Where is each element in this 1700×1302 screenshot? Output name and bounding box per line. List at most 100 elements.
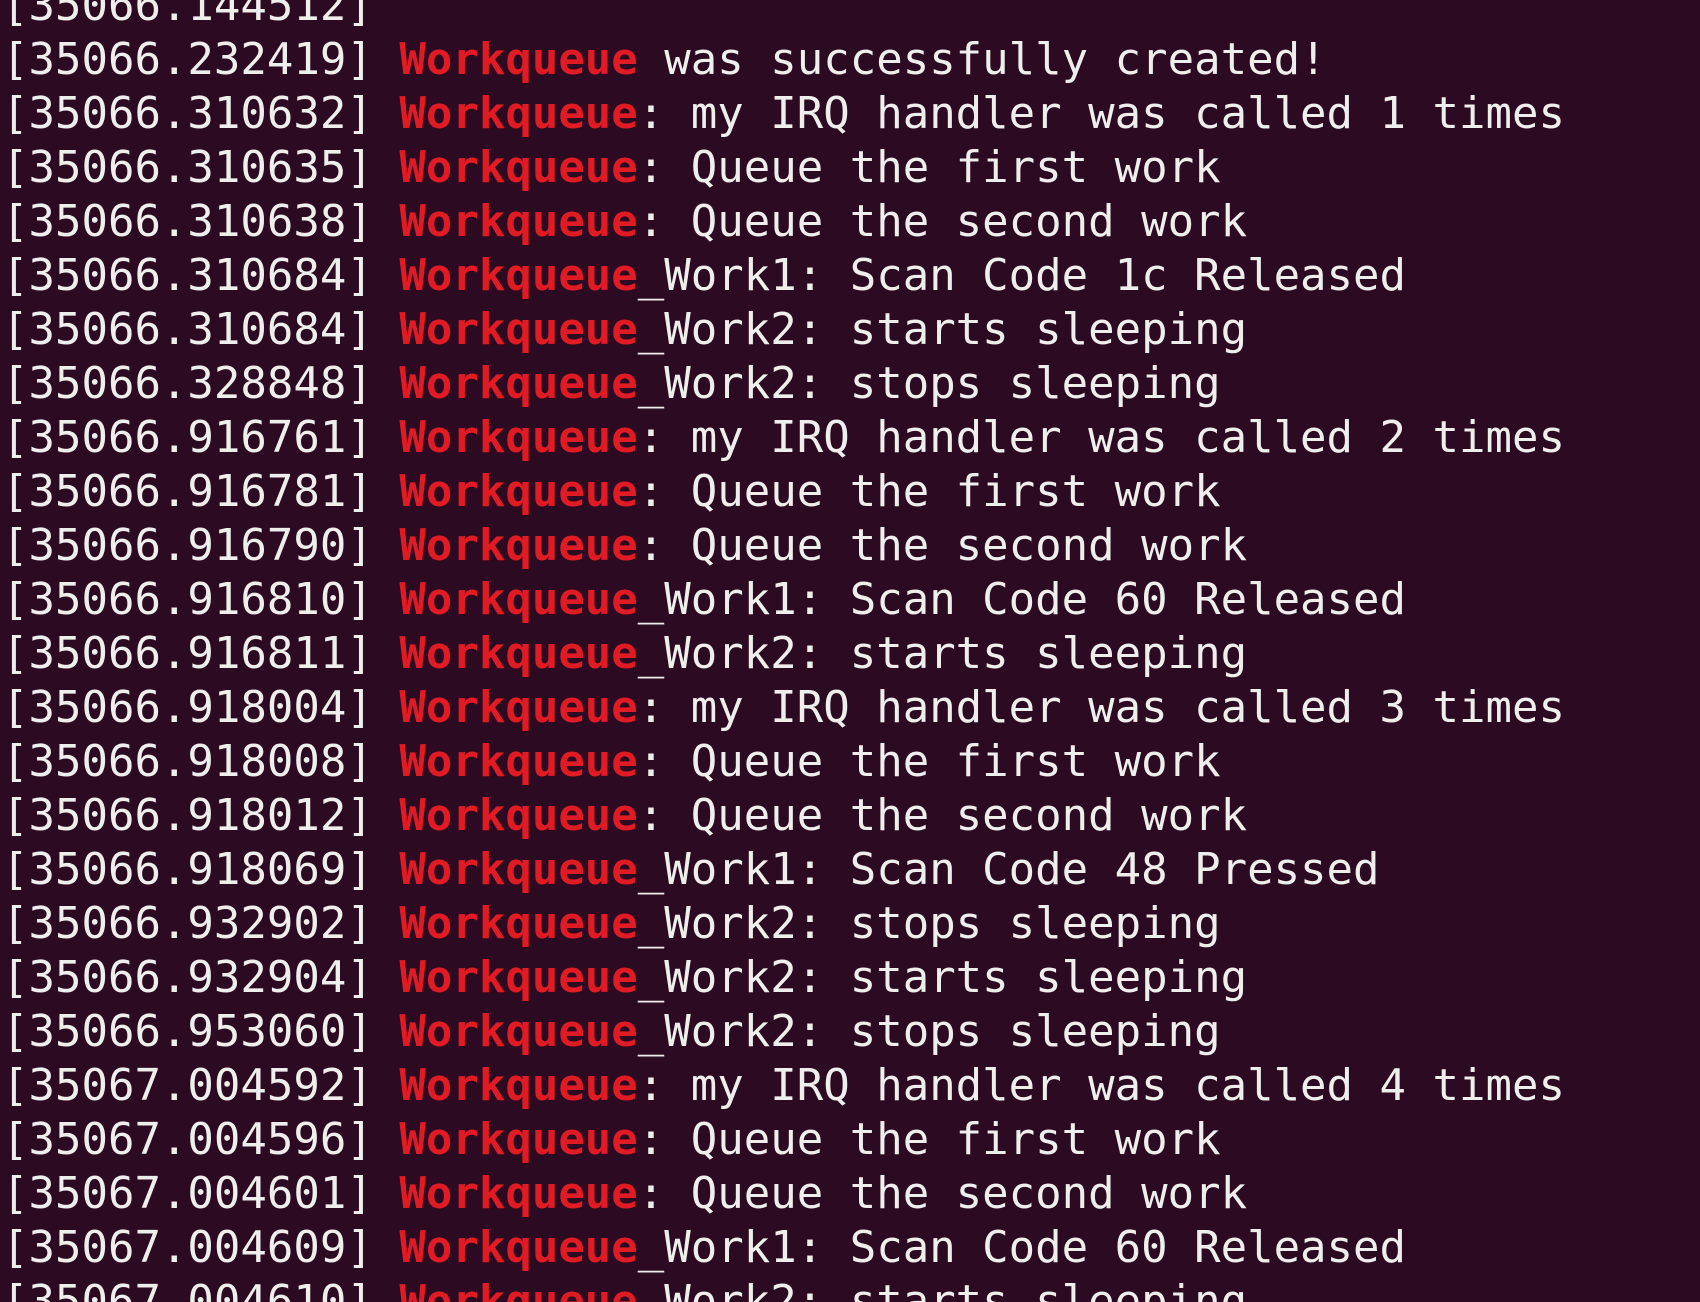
log-separator (373, 358, 400, 409)
log-separator (373, 736, 400, 787)
log-source-highlight: Workqueue (399, 412, 638, 463)
log-timestamp: [35067.004610] (2, 1276, 373, 1302)
log-source-highlight: Workqueue (399, 790, 638, 841)
log-message: _Work1: Scan Code 60 Released (637, 574, 1407, 625)
log-line: [35066.916781] Workqueue: Queue the firs… (2, 465, 1565, 519)
log-line: [35066.953060] Workqueue_Work2: stops sl… (2, 1005, 1565, 1059)
log-source-highlight: Workqueue (399, 736, 638, 787)
log-separator (373, 790, 400, 841)
log-timestamp: [35066.144512] (2, 0, 373, 31)
log-timestamp: [35066.310638] (2, 196, 373, 247)
log-timestamp: [35067.004592] (2, 1060, 373, 1111)
log-message: : Queue the first work (637, 466, 1221, 517)
log-message: : my IRQ handler was called 1 times (637, 88, 1565, 139)
log-separator (373, 196, 400, 247)
log-line: [35066.918008] Workqueue: Queue the firs… (2, 735, 1565, 789)
log-message: : Queue the second work (637, 196, 1248, 247)
log-message: _Work2: starts sleeping (637, 304, 1248, 355)
log-message: _Work2: starts sleeping (637, 952, 1248, 1003)
log-line: [35066.932902] Workqueue_Work2: stops sl… (2, 897, 1565, 951)
log-separator (373, 1060, 400, 1111)
log-source-highlight: Workqueue (399, 466, 638, 517)
kernel-log-output: [35066.144512] [35066.232419] Workqueue … (2, 0, 1565, 1302)
log-separator (373, 1006, 400, 1057)
log-line: [35066.310632] Workqueue: my IRQ handler… (2, 87, 1565, 141)
log-line: [35066.310684] Workqueue_Work2: starts s… (2, 303, 1565, 357)
log-separator (373, 1222, 400, 1273)
log-line: [35066.310638] Workqueue: Queue the seco… (2, 195, 1565, 249)
log-message: _Work2: stops sleeping (637, 358, 1221, 409)
log-line: [35066.916810] Workqueue_Work1: Scan Cod… (2, 573, 1565, 627)
log-timestamp: [35066.932902] (2, 898, 373, 949)
log-separator (373, 142, 400, 193)
log-source-highlight: Workqueue (399, 1168, 638, 1219)
log-timestamp: [35066.310684] (2, 304, 373, 355)
log-message: _Work2: stops sleeping (637, 1006, 1221, 1057)
log-message: was successfully created! (637, 34, 1327, 85)
log-line: [35066.328848] Workqueue_Work2: stops sl… (2, 357, 1565, 411)
log-separator (373, 466, 400, 517)
log-source-highlight: Workqueue (399, 1114, 638, 1165)
log-line: [35067.004601] Workqueue: Queue the seco… (2, 1167, 1565, 1221)
log-separator (373, 304, 400, 355)
log-message: _Work2: stops sleeping (637, 898, 1221, 949)
log-line: [35067.004596] Workqueue: Queue the firs… (2, 1113, 1565, 1167)
log-separator (373, 898, 400, 949)
log-timestamp: [35066.918004] (2, 682, 373, 733)
log-timestamp: [35066.916810] (2, 574, 373, 625)
log-separator (373, 844, 400, 895)
log-timestamp: [35066.916790] (2, 520, 373, 571)
log-timestamp: [35066.310684] (2, 250, 373, 301)
log-source-highlight: Workqueue (399, 1060, 638, 1111)
log-line: [35066.918004] Workqueue: my IRQ handler… (2, 681, 1565, 735)
log-timestamp: [35066.916811] (2, 628, 373, 679)
log-line: [35067.004609] Workqueue_Work1: Scan Cod… (2, 1221, 1565, 1275)
log-separator (373, 574, 400, 625)
terminal-window[interactable]: [35066.144512] [35066.232419] Workqueue … (0, 0, 1700, 1302)
log-separator (373, 0, 400, 31)
log-source-highlight: Workqueue (399, 304, 638, 355)
log-separator (373, 1276, 400, 1302)
log-line: [35066.310684] Workqueue_Work1: Scan Cod… (2, 249, 1565, 303)
log-line: [35067.004610] Workqueue_Work2: starts s… (2, 1275, 1565, 1302)
log-source-highlight: Workqueue (399, 898, 638, 949)
log-line: [35066.310635] Workqueue: Queue the firs… (2, 141, 1565, 195)
log-source-highlight: Workqueue (399, 1006, 638, 1057)
log-source-highlight: Workqueue (399, 1276, 638, 1302)
log-line: [35066.232419] Workqueue was successfull… (2, 33, 1565, 87)
log-message: : Queue the second work (637, 520, 1248, 571)
log-message: : Queue the second work (637, 1168, 1248, 1219)
log-separator (373, 250, 400, 301)
log-source-highlight: Workqueue (399, 520, 638, 571)
log-source-highlight: Workqueue (399, 844, 638, 895)
log-message: _Work2: starts sleeping (637, 628, 1248, 679)
log-message: : my IRQ handler was called 2 times (637, 412, 1565, 463)
log-timestamp: [35067.004596] (2, 1114, 373, 1165)
log-source-highlight: Workqueue (399, 358, 638, 409)
log-source-highlight: Workqueue (399, 250, 638, 301)
log-source-highlight: Workqueue (399, 88, 638, 139)
log-separator (373, 628, 400, 679)
log-timestamp: [35066.916761] (2, 412, 373, 463)
log-timestamp: [35066.232419] (2, 34, 373, 85)
log-message: _Work1: Scan Code 48 Pressed (637, 844, 1380, 895)
log-message: : my IRQ handler was called 4 times (637, 1060, 1565, 1111)
log-separator (373, 1114, 400, 1165)
log-message: : Queue the first work (637, 1114, 1221, 1165)
log-timestamp: [35066.918008] (2, 736, 373, 787)
log-timestamp: [35067.004609] (2, 1222, 373, 1273)
log-source-highlight: Workqueue (399, 1222, 638, 1273)
log-timestamp: [35066.918012] (2, 790, 373, 841)
log-line: [35066.916811] Workqueue_Work2: starts s… (2, 627, 1565, 681)
log-separator (373, 88, 400, 139)
log-line: [35066.918069] Workqueue_Work1: Scan Cod… (2, 843, 1565, 897)
log-timestamp: [35066.953060] (2, 1006, 373, 1057)
log-message: _Work1: Scan Code 1c Released (637, 250, 1407, 301)
log-source-highlight: Workqueue (399, 142, 638, 193)
log-message: : my IRQ handler was called 3 times (637, 682, 1565, 733)
log-timestamp: [35066.328848] (2, 358, 373, 409)
log-timestamp: [35066.310635] (2, 142, 373, 193)
log-line: [35066.932904] Workqueue_Work2: starts s… (2, 951, 1565, 1005)
log-message: : Queue the second work (637, 790, 1248, 841)
log-line: [35066.916761] Workqueue: my IRQ handler… (2, 411, 1565, 465)
